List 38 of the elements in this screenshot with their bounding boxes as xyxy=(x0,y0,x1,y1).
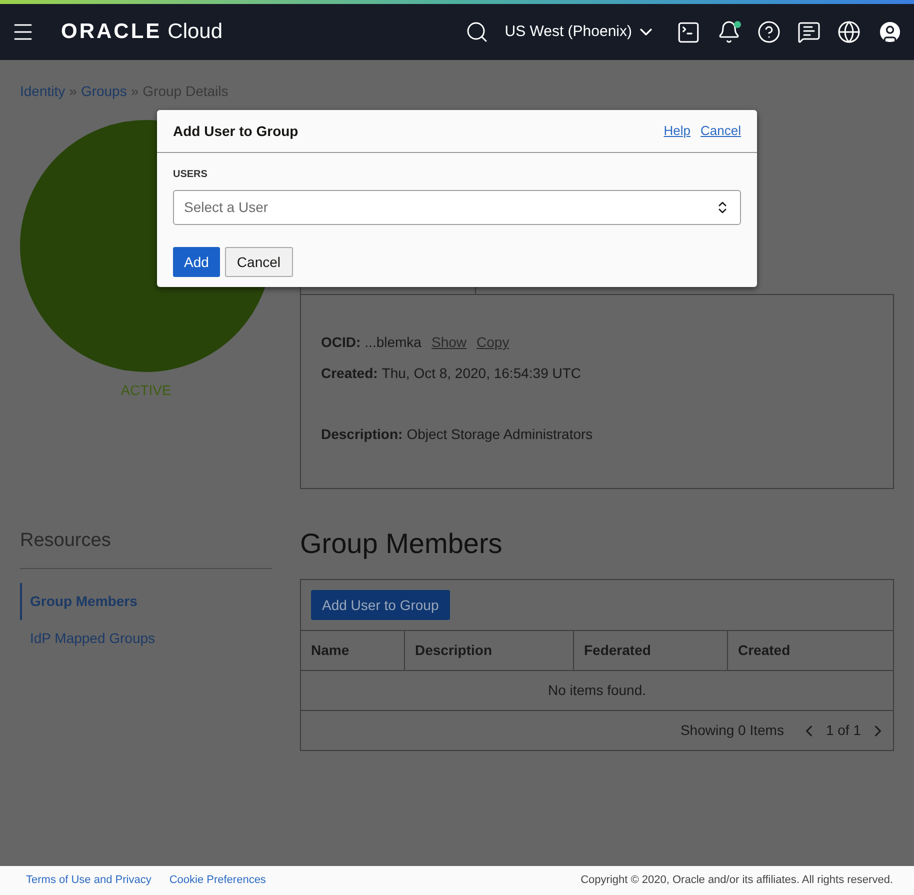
user-select[interactable]: Select a User xyxy=(173,190,741,225)
bell-icon[interactable] xyxy=(717,20,741,44)
field-label: USERS xyxy=(173,168,208,182)
dialog-link[interactable]: Help xyxy=(664,121,691,141)
column-header: Federated xyxy=(573,631,727,670)
breadcrumb-text: » xyxy=(130,82,139,101)
detail-value: Thu, Oct 8, 2020, 16:54:39 UTC xyxy=(382,364,582,383)
add-button[interactable]: Add xyxy=(173,247,220,277)
search-icon[interactable] xyxy=(464,20,489,44)
terminal-icon[interactable] xyxy=(676,20,701,44)
globe-icon[interactable] xyxy=(837,20,861,44)
detail-label: Created: xyxy=(321,364,378,383)
column-header: Created xyxy=(727,631,893,670)
detail-label: OCID: xyxy=(321,333,361,352)
dialog-title: Add User to Group xyxy=(173,122,298,141)
column-header: Name xyxy=(310,641,350,660)
dialog-link[interactable]: Cancel xyxy=(700,121,741,141)
add-user-button[interactable]: Add User to Group xyxy=(311,590,450,620)
footer-link[interactable]: Terms of Use and Privacy xyxy=(26,872,152,889)
copyright-text: Copyright © 2020, Oracle and/or its affiliates. All rights reserved. xyxy=(580,873,893,888)
showing-count: Showing 0 Items xyxy=(680,721,784,740)
chat-icon[interactable] xyxy=(797,20,821,44)
cancel-button[interactable]: Cancel xyxy=(224,247,293,277)
detail-value: Object Storage Administrators xyxy=(406,425,593,444)
region-selector[interactable]: US West (Phoenix) xyxy=(504,20,656,44)
detail-label: Description: xyxy=(321,425,403,444)
resources-title: Resources xyxy=(20,527,272,568)
user-avatar-icon[interactable] xyxy=(877,19,903,45)
section-heading: Group Members xyxy=(300,527,504,561)
help-icon[interactable] xyxy=(757,20,781,44)
detail-value: ...blemka xyxy=(364,333,422,352)
empty-message: No items found. xyxy=(548,681,646,700)
breadcrumb-text: » xyxy=(69,82,77,101)
status-text: ACTIVE xyxy=(120,381,172,400)
page-indicator: 1 of 1 xyxy=(826,721,861,740)
logo[interactable]: ORACLE Cloud xyxy=(61,16,223,48)
column-header: Description xyxy=(404,631,573,670)
footer-link[interactable]: Cookie Preferences xyxy=(169,872,266,889)
